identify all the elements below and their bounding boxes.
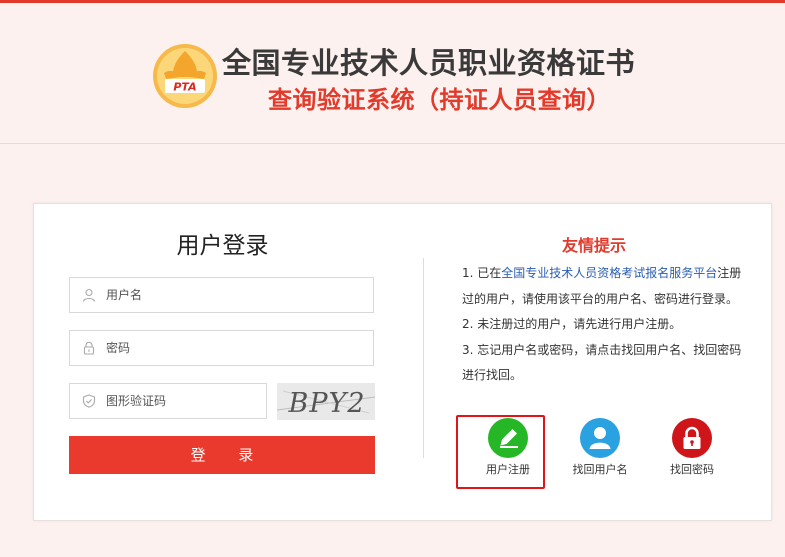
username-field[interactable] [69,277,374,313]
page-title: 全国专业技术人员职业资格证书 [222,46,636,80]
logo-text: PTA [173,81,196,94]
username-input[interactable] [106,278,366,312]
header-divider [0,143,785,144]
captcha-field[interactable] [69,383,267,419]
tip-1-prefix: 1. 已在 [462,266,502,280]
login-button[interactable]: 登 录 [69,436,375,474]
page-subtitle: 查询验证系统（持证人员查询） [268,86,611,114]
tip-item-2: 2. 未注册过的用户，请先进行用户注册。 [462,317,682,331]
login-title: 用户登录 [176,233,269,259]
tip-item-1: 1. 已在全国专业技术人员资格考试报名服务平台注册过的用户，请使用该平台的用户名… [462,261,752,312]
padlock-icon [683,426,701,449]
password-input[interactable] [106,331,366,365]
captcha-image[interactable]: BPY2 [277,383,375,420]
vertical-divider [423,258,424,458]
captcha-text: BPY2 [287,388,365,419]
tips-title: 友情提示 [561,236,626,255]
person-icon [589,427,611,449]
recover-username-circle [580,418,620,458]
user-icon [82,288,96,302]
shield-icon [82,394,96,408]
recover-password-action[interactable]: 找回密码 [652,418,732,477]
register-highlight-box [456,415,545,489]
pta-logo: PTA [153,44,217,108]
recover-password-label: 找回密码 [670,463,714,476]
captcha-input[interactable] [106,384,256,418]
lock-icon [83,341,95,355]
recover-username-action[interactable]: 找回用户名 [560,418,640,477]
exam-platform-link[interactable]: 全国专业技术人员资格考试报名服务平台 [501,266,717,280]
recover-username-label: 找回用户名 [572,463,628,476]
tip-item-3: 3. 忘记用户名或密码，请点击找回用户名、找回密码进行找回。 [462,342,742,383]
password-field[interactable] [69,330,374,366]
recover-password-circle [672,418,712,458]
tips-list: 1. 已在全国专业技术人员资格考试报名服务平台注册过的用户，请使用该平台的用户名… [462,261,752,389]
